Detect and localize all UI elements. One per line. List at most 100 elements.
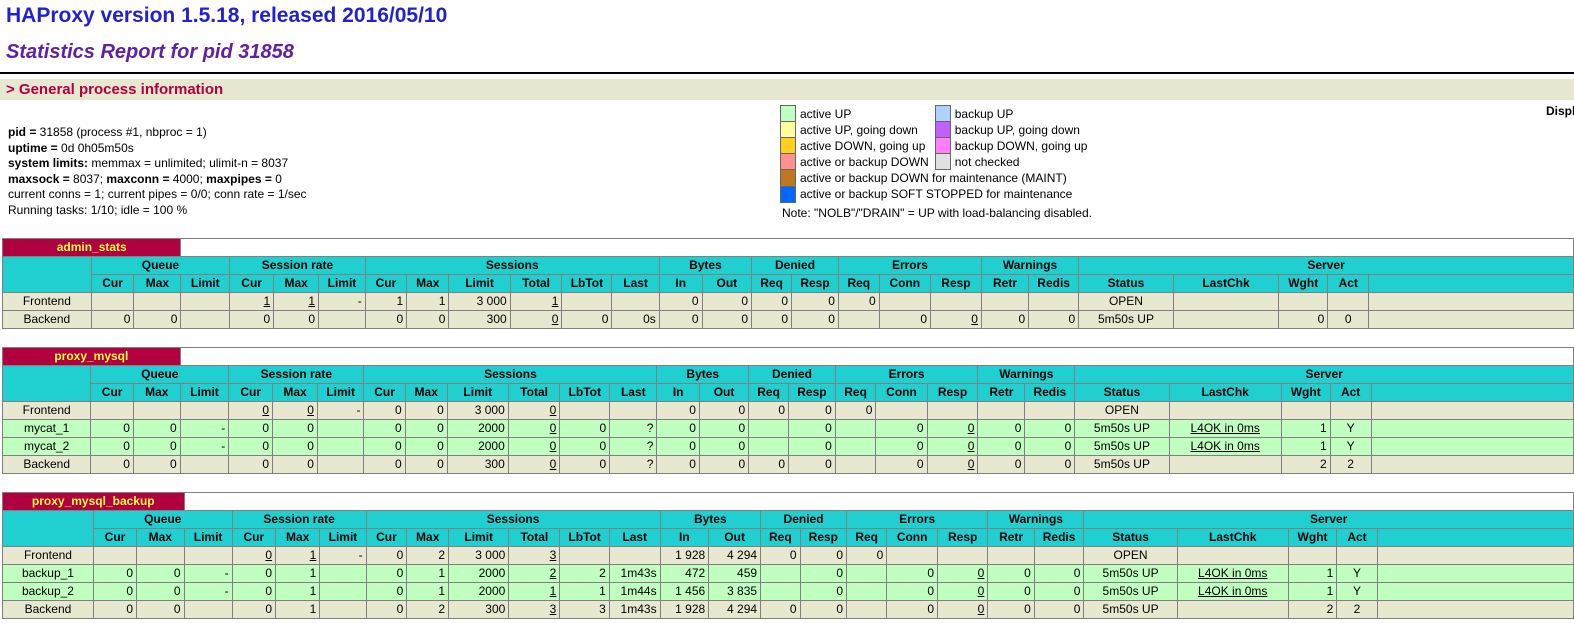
stat-cell: - (317, 401, 364, 419)
column-header: Last (612, 274, 659, 292)
stat-cell: 0 (274, 310, 319, 328)
column-header: Cur (232, 528, 275, 546)
stat-cell (317, 437, 364, 455)
stat-cell: 0 (800, 564, 846, 582)
row-name-link[interactable]: backup_1 (22, 566, 74, 580)
stat-value-tooltip: 0 (307, 403, 314, 417)
legend-label: active or backup DOWN (796, 154, 936, 170)
stat-cell: Y (1337, 582, 1377, 600)
column-header: Limit (447, 383, 508, 401)
stat-cell (184, 600, 232, 618)
row-name-link[interactable]: Backend (23, 457, 70, 471)
stat-cell-cutoff (1371, 419, 1574, 437)
stat-cell (1328, 292, 1369, 310)
stat-cell (847, 600, 887, 618)
stat-cell: 0 (273, 437, 318, 455)
stat-cell: 3 000 (449, 546, 509, 564)
stat-cell (1279, 292, 1328, 310)
stat-cell: 0 (749, 401, 789, 419)
column-header: Total (508, 383, 560, 401)
stat-cell: L4OK in 0ms (1177, 582, 1288, 600)
stat-cell: 0 (749, 455, 789, 473)
table-row-frontend: Frontend00-003 000000000OPEN (3, 401, 1574, 419)
stat-cell: 1m44s (609, 582, 660, 600)
stat-cell: 0 (835, 401, 876, 419)
column-group-session-rate: Session rate (229, 365, 364, 383)
column-group-session-rate: Session rate (230, 256, 366, 274)
legend-label: active DOWN, going up (796, 138, 936, 154)
stat-cell (838, 310, 879, 328)
horizontal-rule (0, 72, 1574, 74)
stat-cell: 0 (792, 292, 839, 310)
row-name-link[interactable]: backup_2 (22, 584, 74, 598)
haproxy-version-link[interactable]: HAProxy version 1.5.18, released 2016/05… (6, 4, 447, 27)
stat-cell: 0 (657, 437, 700, 455)
legend-color-swatch (781, 106, 796, 122)
row-name-link[interactable]: Frontend (23, 294, 71, 308)
proxy-name-link[interactable]: proxy_mysql_backup (32, 494, 155, 508)
stat-cell: 0 (761, 546, 801, 564)
stat-cell: L4OK in 0ms (1177, 564, 1288, 582)
stat-cell: - (320, 546, 366, 564)
stat-cell: 0 (93, 582, 136, 600)
stat-cell: 0 (273, 401, 318, 419)
stat-cell: 0 (508, 437, 560, 455)
stat-cell: 0 (510, 310, 562, 328)
row-name-link[interactable]: Frontend (23, 403, 71, 417)
table-row-mycat_2: mycat_200-0000200000?00000005m50s UPL4OK… (3, 437, 1574, 455)
stat-cell: 5m50s UP (1084, 564, 1177, 582)
stat-cell: 0 (232, 582, 275, 600)
column-header: Cur (230, 274, 274, 292)
stat-cell: 0 (229, 419, 273, 437)
stat-cell (761, 564, 801, 582)
column-header: Resp (931, 274, 982, 292)
column-header: Req (749, 383, 789, 401)
row-name-link[interactable]: Frontend (24, 548, 72, 562)
stat-cell: 0 (405, 401, 447, 419)
legend-note: Note: "NOLB"/"DRAIN" = UP with load-bala… (780, 206, 1093, 220)
stat-cell: 0 (699, 401, 748, 419)
column-group-warnings: Warnings (981, 256, 1078, 274)
column-header: Cur (93, 528, 136, 546)
row-name: Frontend (3, 292, 92, 310)
stat-cell: 0 (659, 292, 702, 310)
table-title-row: admin_stats (3, 238, 1574, 256)
proxy-name-link[interactable]: proxy_mysql (54, 349, 128, 363)
stat-cell: 0 (91, 419, 134, 437)
stat-cell: 0 (978, 437, 1025, 455)
general-process-info-heading: > General process information (0, 79, 1574, 100)
stat-cell: 0 (981, 310, 1028, 328)
stat-cell: 0 (938, 582, 988, 600)
column-header: Out (699, 383, 748, 401)
column-group-denied: Denied (749, 365, 836, 383)
stat-value-tooltip: 0 (550, 421, 557, 435)
stat-cell: OPEN (1079, 292, 1174, 310)
column-header: Act (1330, 383, 1371, 401)
column-header-spacer (1377, 528, 1573, 546)
process-info-value: 0 (275, 172, 282, 186)
stat-cell: 3 000 (449, 292, 510, 310)
stat-cell: 0 (657, 419, 700, 437)
stat-cell: Y (1337, 564, 1377, 582)
legend-color-swatch (781, 154, 796, 170)
stat-value-tooltip: 0 (978, 584, 985, 598)
column-header: Max (405, 383, 447, 401)
stat-cell: 1 (230, 292, 274, 310)
stat-cell: 3 (509, 600, 560, 618)
row-name-link[interactable]: Backend (25, 602, 72, 616)
title-spacer (180, 347, 1573, 365)
column-header: Cur (365, 274, 406, 292)
proxy-name-link[interactable]: admin_stats (57, 240, 127, 254)
stat-cell: 0 (876, 437, 927, 455)
row-name-link[interactable]: Backend (24, 312, 71, 326)
column-header: LbTot (560, 528, 609, 546)
row-name-link[interactable]: mycat_2 (24, 439, 69, 453)
column-header: Out (702, 274, 751, 292)
row-name-link[interactable]: mycat_1 (24, 421, 69, 435)
stat-cell: 0s (612, 310, 659, 328)
column-header: Max (407, 274, 449, 292)
stat-value-tooltip: 1 (550, 584, 557, 598)
stat-cell: 0 (93, 564, 136, 582)
stat-cell: 0 (1034, 582, 1084, 600)
stat-cell (560, 546, 609, 564)
